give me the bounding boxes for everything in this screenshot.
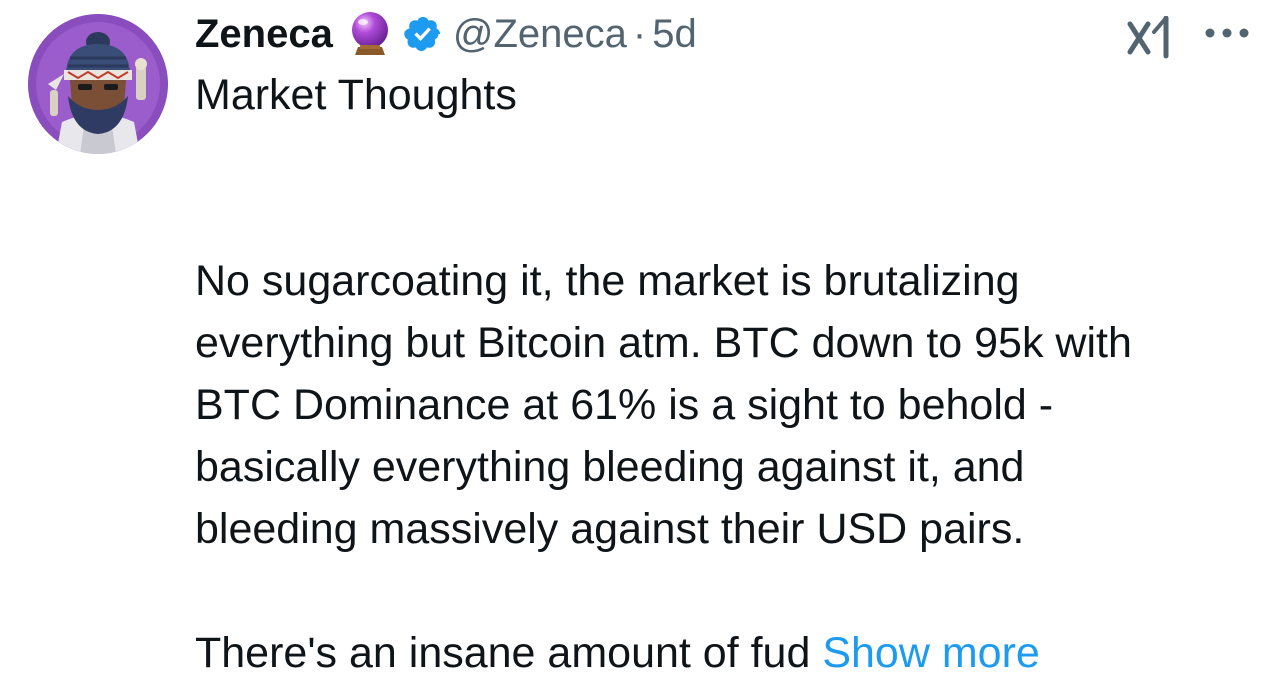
tweet-body: Market Thoughts No sugarcoating it, the … — [195, 64, 1275, 684]
more-options-icon[interactable] — [1202, 26, 1252, 40]
grok-icon[interactable] — [1126, 15, 1176, 60]
tweet-timestamp[interactable]: 5d — [652, 12, 697, 57]
tweet-line: everything but Bitcoin atm. BTC down to … — [195, 319, 1132, 367]
tweet-line: BTC Dominance at 61% is a sight to behol… — [195, 381, 1054, 429]
tweet-last-line: There's an insane amount of fud Show mor… — [195, 622, 1275, 684]
tweet-line: basically everything bleeding against it… — [195, 443, 1025, 491]
tweet-truncated-text: There's an insane amount of fud — [195, 629, 811, 677]
tweet-card[interactable]: Zeneca @Zeneca · 5d Market Thoughts No s… — [0, 0, 1284, 677]
tweet-line: No sugarcoating it, the market is brutal… — [195, 257, 1020, 305]
tweet-title: Market Thoughts — [195, 71, 517, 119]
crystal-ball-icon — [349, 11, 391, 57]
separator-dot: · — [632, 11, 647, 56]
user-handle[interactable]: @Zeneca — [453, 12, 627, 57]
verified-badge-icon — [403, 14, 443, 54]
tweet-header: Zeneca @Zeneca · 5d — [195, 8, 697, 60]
display-name[interactable]: Zeneca — [195, 12, 333, 57]
tweet-line: bleeding massively against their USD pai… — [195, 505, 1025, 553]
show-more-link[interactable]: Show more — [822, 629, 1039, 677]
avatar[interactable] — [28, 14, 168, 154]
avatar-image — [28, 14, 168, 154]
